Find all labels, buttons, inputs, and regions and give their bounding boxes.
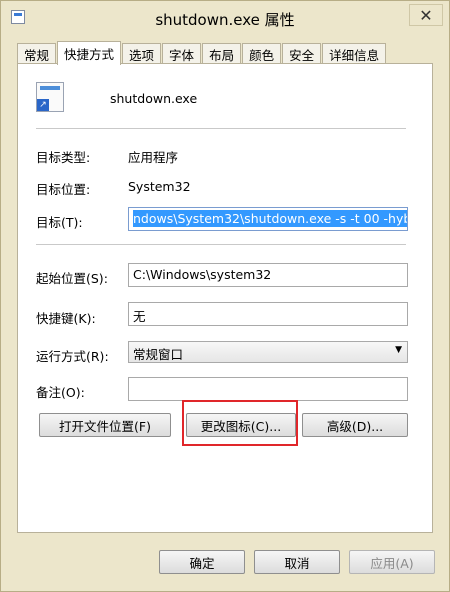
target-type-label: 目标类型:	[36, 150, 91, 165]
red-highlight-frame	[182, 400, 298, 446]
run-label: 运行方式(R):	[36, 349, 109, 364]
open-file-location-button[interactable]: 打开文件位置(F)	[39, 413, 171, 437]
window-title: shutdown.exe 属性	[155, 11, 295, 29]
target-location-label: 目标位置:	[36, 182, 91, 197]
shortcut-arrow-icon: ↗	[37, 99, 49, 111]
apply-button[interactable]: 应用(A)	[349, 550, 435, 574]
run-select-value: 常规窗口	[133, 347, 184, 362]
ok-button[interactable]: 确定	[159, 550, 245, 574]
advanced-button[interactable]: 高级(D)...	[302, 413, 408, 437]
tab-layout[interactable]: 布局	[202, 43, 242, 65]
divider	[36, 244, 406, 245]
close-button[interactable]: ✕	[409, 4, 443, 26]
target-input-text: ndows\System32\shutdown.exe -s -t 00 -hy…	[133, 210, 407, 227]
target-location-value: System32	[128, 179, 191, 194]
shortcut-file-icon: ↗	[36, 82, 64, 112]
target-label: 目标(T):	[36, 215, 83, 230]
shortcut-panel: ↗ shutdown.exe 目标类型: 应用程序 目标位置: System32…	[17, 63, 433, 533]
run-select[interactable]: 常规窗口 ▼	[128, 341, 408, 363]
hotkey-label: 快捷键(K):	[36, 311, 96, 326]
tab-shortcut[interactable]: 快捷方式	[57, 41, 122, 65]
start-in-label: 起始位置(S):	[36, 271, 108, 286]
tab-security[interactable]: 安全	[282, 43, 322, 65]
chevron-down-icon: ▼	[395, 345, 402, 355]
tab-strip: 常规 快捷方式 选项 字体 布局 颜色 安全 详细信息	[17, 41, 387, 65]
cancel-button[interactable]: 取消	[254, 550, 340, 574]
tab-general[interactable]: 常规	[17, 43, 57, 65]
tab-details[interactable]: 详细信息	[322, 43, 387, 65]
divider	[36, 128, 406, 129]
file-name: shutdown.exe	[110, 91, 198, 106]
close-icon: ✕	[419, 5, 433, 25]
properties-window: shutdown.exe 属性 ✕ 常规 快捷方式 选项 字体 布局 颜色 安全…	[0, 0, 450, 592]
title-bar[interactable]: shutdown.exe 属性 ✕	[1, 1, 449, 33]
comment-input[interactable]	[128, 377, 408, 401]
target-input[interactable]: ndows\System32\shutdown.exe -s -t 00 -hy…	[128, 207, 408, 231]
comment-label: 备注(O):	[36, 385, 85, 400]
tab-font[interactable]: 字体	[162, 43, 202, 65]
hotkey-input[interactable]: 无	[128, 302, 408, 326]
tab-colors[interactable]: 颜色	[242, 43, 282, 65]
start-in-input[interactable]: C:\Windows\system32	[128, 263, 408, 287]
tab-options[interactable]: 选项	[122, 43, 162, 65]
target-type-value: 应用程序	[128, 150, 179, 165]
